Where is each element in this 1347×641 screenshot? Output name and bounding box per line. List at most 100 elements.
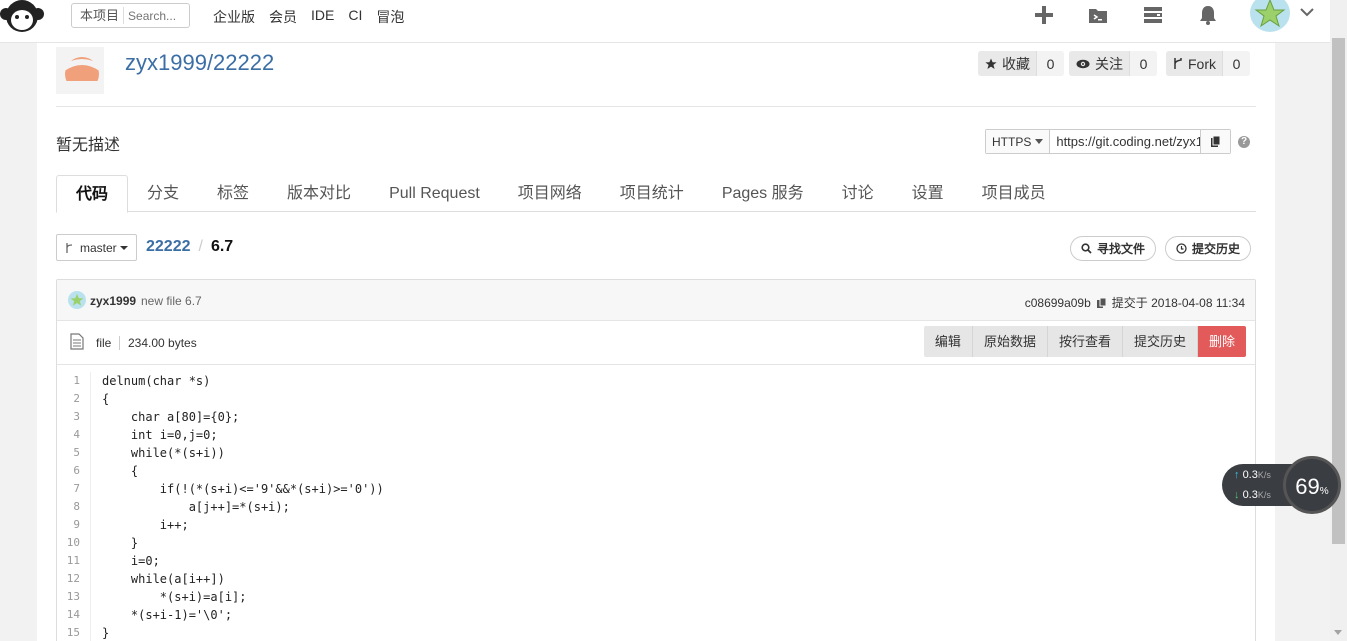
server-list-icon[interactable] xyxy=(1142,4,1164,26)
copy-url-button[interactable] xyxy=(1200,130,1231,153)
code-line: 1 delnum(char *s) xyxy=(57,372,1255,390)
clone-url-field[interactable]: https://git.coding.net/zyx1999/22222.git xyxy=(1050,130,1200,153)
line-number[interactable]: 10 xyxy=(57,534,91,552)
chevron-down-icon[interactable] xyxy=(1299,6,1315,18)
commit-hash[interactable]: c08699a09b xyxy=(1025,296,1091,310)
nav-link-ide[interactable]: IDE xyxy=(311,7,334,27)
find-file-label: 寻找文件 xyxy=(1097,242,1146,256)
tab-pages[interactable]: Pages 服务 xyxy=(703,175,823,212)
clipboard-icon xyxy=(1211,135,1221,147)
memory-usage-gauge[interactable]: 69% xyxy=(1283,456,1341,514)
tab-settings[interactable]: 设置 xyxy=(893,175,963,212)
star-button[interactable]: 收藏 0 xyxy=(978,51,1064,76)
code-text: if(!(*(s+i)<='9'&&*(s+i)>='0')) xyxy=(102,482,384,496)
tab-pull-request[interactable]: Pull Request xyxy=(370,175,499,212)
code-line: 15} xyxy=(57,624,1255,641)
arrow-up-icon: ↑ xyxy=(1234,469,1240,481)
terminal-folder-icon[interactable] xyxy=(1087,4,1109,26)
project-title[interactable]: zyx1999/22222 xyxy=(125,50,274,76)
raw-button[interactable]: 原始数据 xyxy=(972,326,1048,357)
line-number[interactable]: 13 xyxy=(57,588,91,606)
code-text: { xyxy=(102,392,110,406)
help-icon[interactable]: ? xyxy=(1238,136,1250,148)
breadcrumb-file: 6.7 xyxy=(210,238,234,255)
tab-compare[interactable]: 版本对比 xyxy=(268,175,370,212)
code-line: 11 i=0; xyxy=(57,552,1255,570)
nav-link-ci[interactable]: CI xyxy=(348,7,362,27)
line-number[interactable]: 1 xyxy=(57,372,91,390)
clone-protocol-select[interactable]: HTTPS xyxy=(986,130,1051,153)
tab-members[interactable]: 项目成员 xyxy=(963,175,1065,212)
line-number[interactable]: 6 xyxy=(57,462,91,480)
user-avatar[interactable] xyxy=(1250,0,1290,32)
nav-link-enterprise[interactable]: 企业版 xyxy=(213,7,255,27)
tab-branches[interactable]: 分支 xyxy=(128,175,198,212)
search-box[interactable]: 本项目 xyxy=(71,3,190,28)
line-number[interactable]: 8 xyxy=(57,498,91,516)
line-number[interactable]: 7 xyxy=(57,480,91,498)
code-text: while(a[i++]) xyxy=(102,572,225,586)
breadcrumb: 22222 / 6.7 xyxy=(146,238,233,256)
bell-icon[interactable] xyxy=(1197,4,1219,26)
coding-monkey-logo-icon[interactable] xyxy=(0,0,44,34)
watch-label: 关注 xyxy=(1095,55,1123,72)
eye-icon xyxy=(1076,59,1090,68)
tab-discussion[interactable]: 讨论 xyxy=(823,175,893,212)
line-number[interactable]: 5 xyxy=(57,444,91,462)
clock-icon xyxy=(1176,243,1187,254)
search-input[interactable] xyxy=(124,8,185,23)
code-text: } xyxy=(102,536,139,550)
tab-network[interactable]: 项目网络 xyxy=(499,175,601,212)
line-number[interactable]: 11 xyxy=(57,552,91,570)
plus-icon[interactable] xyxy=(1033,4,1055,26)
star-count[interactable]: 0 xyxy=(1036,51,1064,76)
scroll-down-arrow-icon[interactable] xyxy=(1334,630,1342,635)
arrow-down-icon: ↓ xyxy=(1234,489,1240,501)
code-line: 2{ xyxy=(57,390,1255,408)
code-text: int i=0,j=0; xyxy=(102,428,218,442)
code-text: i=0; xyxy=(102,554,160,568)
copy-hash-icon[interactable] xyxy=(1096,297,1107,309)
download-speed: ↓ 0.3K/s xyxy=(1234,489,1271,501)
code-line: 10 } xyxy=(57,534,1255,552)
nav-link-bubble[interactable]: 冒泡 xyxy=(376,7,404,27)
fork-button[interactable]: Fork 0 xyxy=(1166,51,1250,76)
find-file-button[interactable]: 寻找文件 xyxy=(1070,236,1157,261)
star-icon xyxy=(985,58,997,69)
search-scope[interactable]: 本项目 xyxy=(72,7,125,24)
page-scrollbar[interactable] xyxy=(1330,0,1347,641)
delete-button[interactable]: 删除 xyxy=(1197,326,1246,357)
breadcrumb-repo[interactable]: 22222 xyxy=(146,238,191,256)
line-number[interactable]: 2 xyxy=(57,390,91,408)
line-number[interactable]: 12 xyxy=(57,570,91,588)
fork-count[interactable]: 0 xyxy=(1222,51,1250,76)
tab-tags[interactable]: 标签 xyxy=(198,175,268,212)
line-number[interactable]: 14 xyxy=(57,606,91,624)
line-number[interactable]: 15 xyxy=(57,624,91,641)
last-commit-bar: zyx1999 new file 6.7 c08699a09b 提交于 2018… xyxy=(57,280,1255,321)
line-number[interactable]: 3 xyxy=(57,408,91,426)
star-label: 收藏 xyxy=(1002,55,1030,72)
line-number[interactable]: 4 xyxy=(57,426,91,444)
network-speed-widget[interactable]: ↑ 0.3K/s ↓ 0.3K/s 69% xyxy=(1222,456,1341,514)
caret-down-icon xyxy=(119,245,128,250)
file-history-button[interactable]: 提交历史 xyxy=(1122,326,1198,357)
tab-code[interactable]: 代码 xyxy=(56,175,129,213)
line-number[interactable]: 9 xyxy=(57,516,91,534)
nav-link-member[interactable]: 会员 xyxy=(269,7,297,27)
watch-count[interactable]: 0 xyxy=(1129,51,1157,76)
edit-button[interactable]: 编辑 xyxy=(923,326,973,357)
code-text: while(*(s+i)) xyxy=(102,446,225,460)
tab-statistics[interactable]: 项目统计 xyxy=(601,175,703,212)
blame-button[interactable]: 按行查看 xyxy=(1047,326,1123,357)
branch-select[interactable]: master xyxy=(56,234,137,261)
commit-history-button[interactable]: 提交历史 xyxy=(1165,236,1252,261)
code-text: *(s+i-1)='\0'; xyxy=(102,608,233,622)
commit-message[interactable]: new file 6.7 xyxy=(141,294,202,308)
commit-author-avatar[interactable] xyxy=(68,291,86,309)
search-icon xyxy=(1081,243,1092,254)
code-text: *(s+i)=a[i]; xyxy=(102,590,247,604)
watch-button[interactable]: 关注 0 xyxy=(1069,51,1157,76)
commit-author[interactable]: zyx1999 xyxy=(90,294,136,308)
commit-history-label: 提交历史 xyxy=(1192,242,1241,256)
